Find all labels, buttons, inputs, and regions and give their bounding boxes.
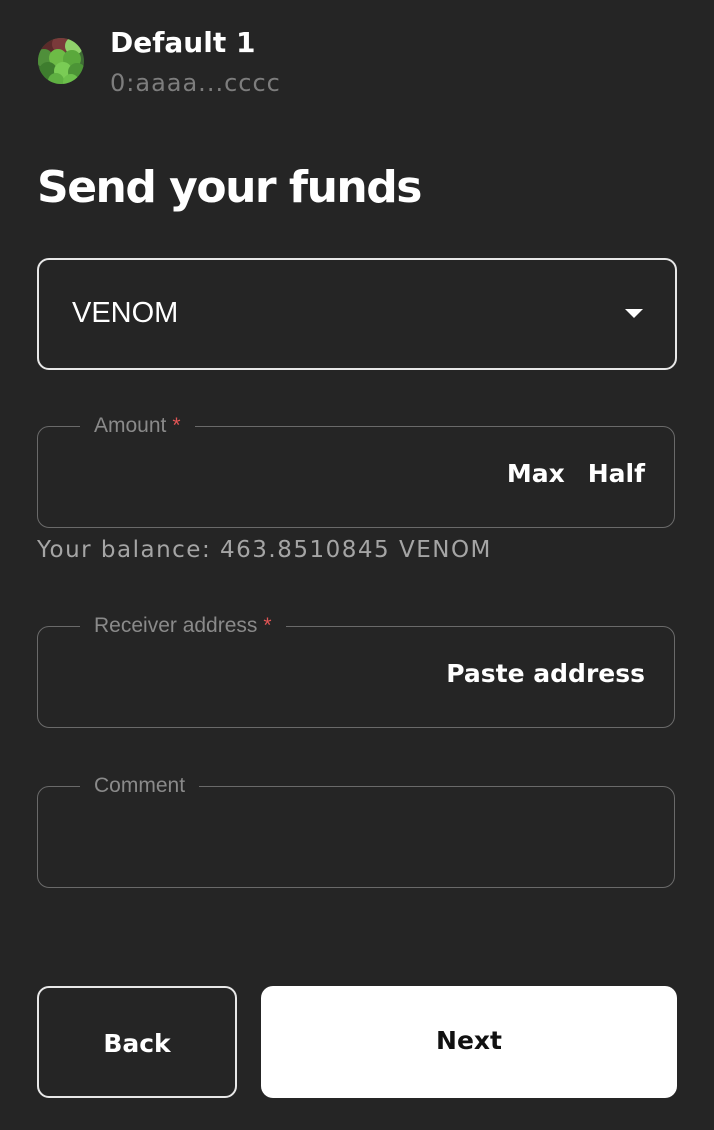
account-info: Default 1 0:aaaa...cccc bbox=[110, 26, 281, 98]
next-button[interactable]: Next bbox=[261, 986, 677, 1098]
account-avatar bbox=[38, 38, 84, 84]
required-mark: * bbox=[263, 614, 272, 637]
back-button[interactable]: Back bbox=[37, 986, 237, 1098]
amount-input[interactable] bbox=[58, 457, 478, 497]
caret-down-icon bbox=[625, 309, 643, 318]
required-mark: * bbox=[172, 414, 181, 437]
amount-actions: Max Half bbox=[507, 457, 645, 491]
receiver-actions: Paste address bbox=[446, 657, 645, 691]
paste-address-button[interactable]: Paste address bbox=[446, 657, 645, 691]
amount-label: Amount * bbox=[80, 412, 195, 440]
account-header: Default 1 0:aaaa...cccc bbox=[38, 26, 281, 98]
max-button[interactable]: Max bbox=[507, 457, 565, 491]
receiver-address-label: Receiver address * bbox=[80, 612, 286, 640]
token-select[interactable]: VENOM bbox=[37, 258, 677, 370]
amount-field[interactable]: Amount * Max Half bbox=[37, 412, 675, 528]
amount-label-text: Amount bbox=[94, 414, 167, 437]
receiver-address-input[interactable] bbox=[58, 657, 478, 697]
comment-field[interactable]: Comment bbox=[37, 772, 675, 888]
page-title: Send your funds bbox=[37, 162, 422, 213]
half-button[interactable]: Half bbox=[588, 457, 645, 491]
receiver-address-field[interactable]: Receiver address * Paste address bbox=[37, 612, 675, 728]
token-select-value: VENOM bbox=[72, 297, 179, 329]
receiver-address-label-text: Receiver address bbox=[94, 614, 258, 637]
balance-text: Your balance: 463.8510845 VENOM bbox=[37, 537, 492, 563]
account-name: Default 1 bbox=[110, 26, 256, 59]
comment-label: Comment bbox=[80, 772, 200, 800]
comment-input[interactable] bbox=[58, 817, 478, 857]
account-address: 0:aaaa...cccc bbox=[110, 69, 281, 97]
